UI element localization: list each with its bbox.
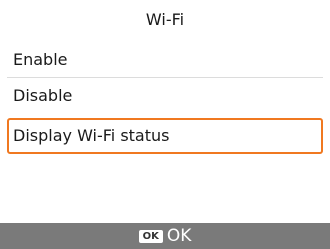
menu-item-label: Disable	[13, 86, 73, 105]
footer-bar: OK OK	[0, 223, 330, 249]
ok-key-icon: OK	[138, 229, 163, 243]
wifi-settings-screen: Wi-Fi Enable Disable Display Wi-Fi statu…	[0, 0, 330, 249]
wifi-menu: Enable Disable Display Wi-Fi status	[0, 42, 330, 154]
menu-item-label: Display Wi-Fi status	[13, 126, 170, 145]
screen-title: Wi-Fi	[145, 10, 185, 29]
menu-item-display-wifi-status[interactable]: Display Wi-Fi status	[7, 118, 323, 154]
menu-item-disable[interactable]: Disable	[7, 78, 323, 114]
ok-button-label[interactable]: OK	[167, 223, 192, 249]
menu-item-label: Enable	[13, 50, 68, 69]
menu-item-enable[interactable]: Enable	[7, 42, 323, 78]
